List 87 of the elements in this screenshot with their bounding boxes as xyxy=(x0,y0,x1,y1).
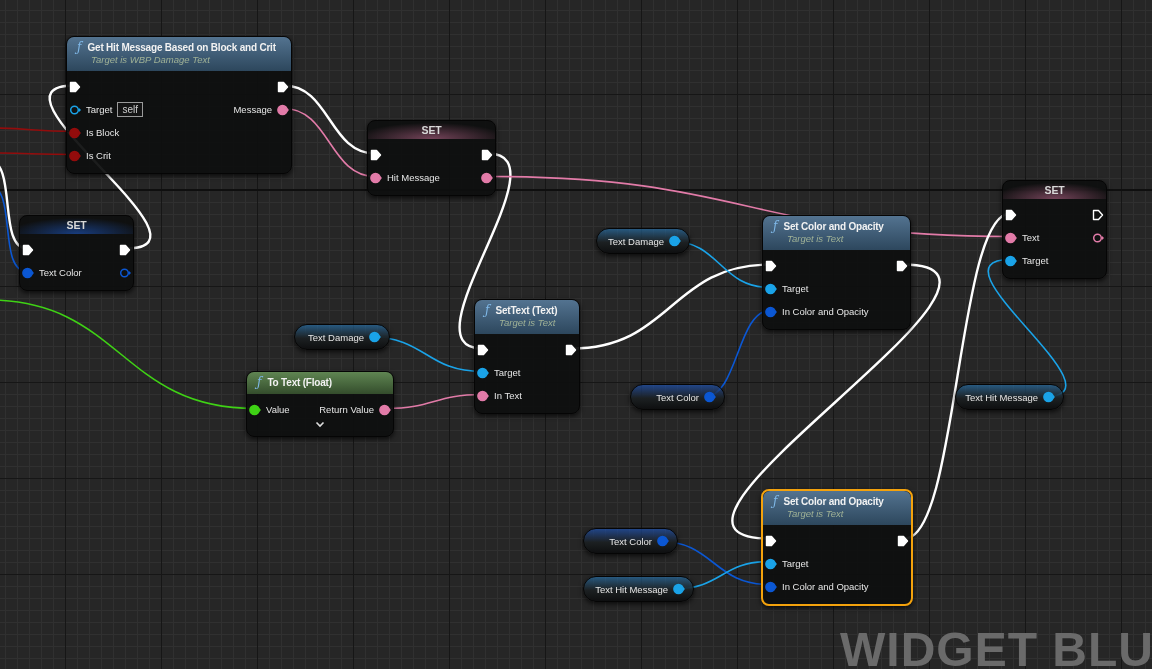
node-title: Set Color and Opacity xyxy=(783,495,884,507)
pin-label: Target xyxy=(86,104,113,115)
data-pin-icon[interactable] xyxy=(477,389,489,402)
function-icon: ƒ xyxy=(773,494,778,508)
data-pin-icon[interactable] xyxy=(1005,231,1017,244)
variable-node[interactable]: Text Color xyxy=(630,384,725,410)
data-pin-icon[interactable] xyxy=(477,366,489,379)
data-pin-icon[interactable] xyxy=(69,103,81,116)
pin-label: Is Block xyxy=(86,127,120,138)
exec-pin-icon[interactable] xyxy=(119,243,131,256)
function-node[interactable]: ƒ Get Hit Message Based on Block and Crit Target is WBP Damage Text Target self Message Is Block Is Crit xyxy=(66,36,292,174)
node-title: To Text (Float) xyxy=(267,376,332,388)
pin-label: Text xyxy=(1022,232,1040,243)
variable-node[interactable]: Text Color xyxy=(583,528,678,554)
data-pin-icon[interactable] xyxy=(277,103,289,116)
set-node[interactable]: SET Text Color xyxy=(19,215,134,291)
pin-label: Text Color xyxy=(39,267,82,278)
function-icon: ƒ xyxy=(485,303,490,317)
default-value-field[interactable]: self xyxy=(117,102,143,117)
exec-pin-icon[interactable] xyxy=(22,243,34,256)
function-node[interactable]: ƒ To Text (Float) Value Return Value xyxy=(246,371,394,437)
data-pin-icon[interactable] xyxy=(765,282,777,295)
node-title: SET xyxy=(66,219,87,231)
node-subtitle: Target is Text xyxy=(498,317,557,328)
function-icon: ƒ xyxy=(773,219,778,233)
function-node[interactable]: ƒ Set Color and Opacity Target is Text Target In Color and Opacity xyxy=(761,489,913,606)
pin-label: Return Value xyxy=(319,404,374,415)
variable-label: Text Hit Message xyxy=(595,583,668,595)
node-title: Get Hit Message Based on Block and Crit xyxy=(87,41,276,53)
chevron-down-icon[interactable] xyxy=(315,421,325,428)
pin-label: Message xyxy=(233,104,272,115)
variable-node[interactable]: Text Hit Message xyxy=(955,384,1064,410)
data-pin-icon[interactable] xyxy=(673,583,685,595)
function-icon: ƒ xyxy=(77,40,82,54)
exec-pin-icon[interactable] xyxy=(897,534,909,547)
exec-pin-icon[interactable] xyxy=(765,534,777,547)
data-pin-icon[interactable] xyxy=(765,557,777,570)
data-pin-icon[interactable] xyxy=(1092,231,1104,244)
variable-label: Text Damage xyxy=(308,331,364,343)
exec-pin-icon[interactable] xyxy=(481,148,493,161)
set-node[interactable]: SET Hit Message xyxy=(367,120,496,196)
pin-label: Target xyxy=(782,558,809,569)
set-node[interactable]: SET Text Target xyxy=(1002,180,1107,279)
data-pin-icon[interactable] xyxy=(481,171,493,184)
function-icon: ƒ xyxy=(257,375,262,389)
node-title: SetText (Text) xyxy=(495,304,558,316)
exec-pin-icon[interactable] xyxy=(69,80,81,93)
variable-label: Text Hit Message xyxy=(965,391,1038,403)
variable-node[interactable]: Text Damage xyxy=(294,324,390,350)
data-pin-icon[interactable] xyxy=(1043,391,1055,403)
pin-label: Target xyxy=(494,367,521,378)
node-title: SET xyxy=(1044,184,1065,196)
pin-label: Value xyxy=(266,404,290,415)
data-pin-icon[interactable] xyxy=(369,331,381,343)
pin-label: In Color and Opacity xyxy=(782,306,869,317)
node-title: Set Color and Opacity xyxy=(783,220,884,232)
pin-label: In Color and Opacity xyxy=(782,581,869,592)
pin-label: Is Crit xyxy=(86,150,111,161)
node-subtitle: Target is WBP Damage Text xyxy=(90,54,211,65)
data-pin-icon[interactable] xyxy=(1005,254,1017,267)
pin-label: In Text xyxy=(494,390,522,401)
function-node[interactable]: ƒ Set Color and Opacity Target is Text Target In Color and Opacity xyxy=(762,215,911,330)
pin-label: Target xyxy=(1022,255,1049,266)
exec-pin-icon[interactable] xyxy=(277,80,289,93)
data-pin-icon[interactable] xyxy=(669,235,681,247)
pin-label: Target xyxy=(782,283,809,294)
exec-pin-icon[interactable] xyxy=(370,148,382,161)
graph-type-label: WIDGET BLU xyxy=(840,622,1152,669)
node-title: SET xyxy=(421,124,442,136)
node-subtitle: Target is Text xyxy=(786,233,845,244)
exec-pin-icon[interactable] xyxy=(1092,208,1104,221)
variable-node[interactable]: Text Hit Message xyxy=(583,576,694,602)
exec-pin-icon[interactable] xyxy=(896,259,908,272)
variable-label: Text Color xyxy=(609,535,652,547)
exec-pin-icon[interactable] xyxy=(1005,208,1017,221)
exec-pin-icon[interactable] xyxy=(565,343,577,356)
data-pin-icon[interactable] xyxy=(379,403,391,416)
data-pin-icon[interactable] xyxy=(249,403,261,416)
function-node[interactable]: ƒ SetText (Text) Target is Text Target In Text xyxy=(474,299,580,414)
exec-pin-icon[interactable] xyxy=(765,259,777,272)
node-subtitle: Target is Text xyxy=(786,508,845,519)
exec-pin-icon[interactable] xyxy=(477,343,489,356)
variable-label: Text Damage xyxy=(608,235,664,247)
variable-node[interactable]: Text Damage xyxy=(596,228,690,254)
variable-label: Text Color xyxy=(656,391,699,403)
data-pin-icon[interactable] xyxy=(370,171,382,184)
pin-label: Hit Message xyxy=(387,172,440,183)
